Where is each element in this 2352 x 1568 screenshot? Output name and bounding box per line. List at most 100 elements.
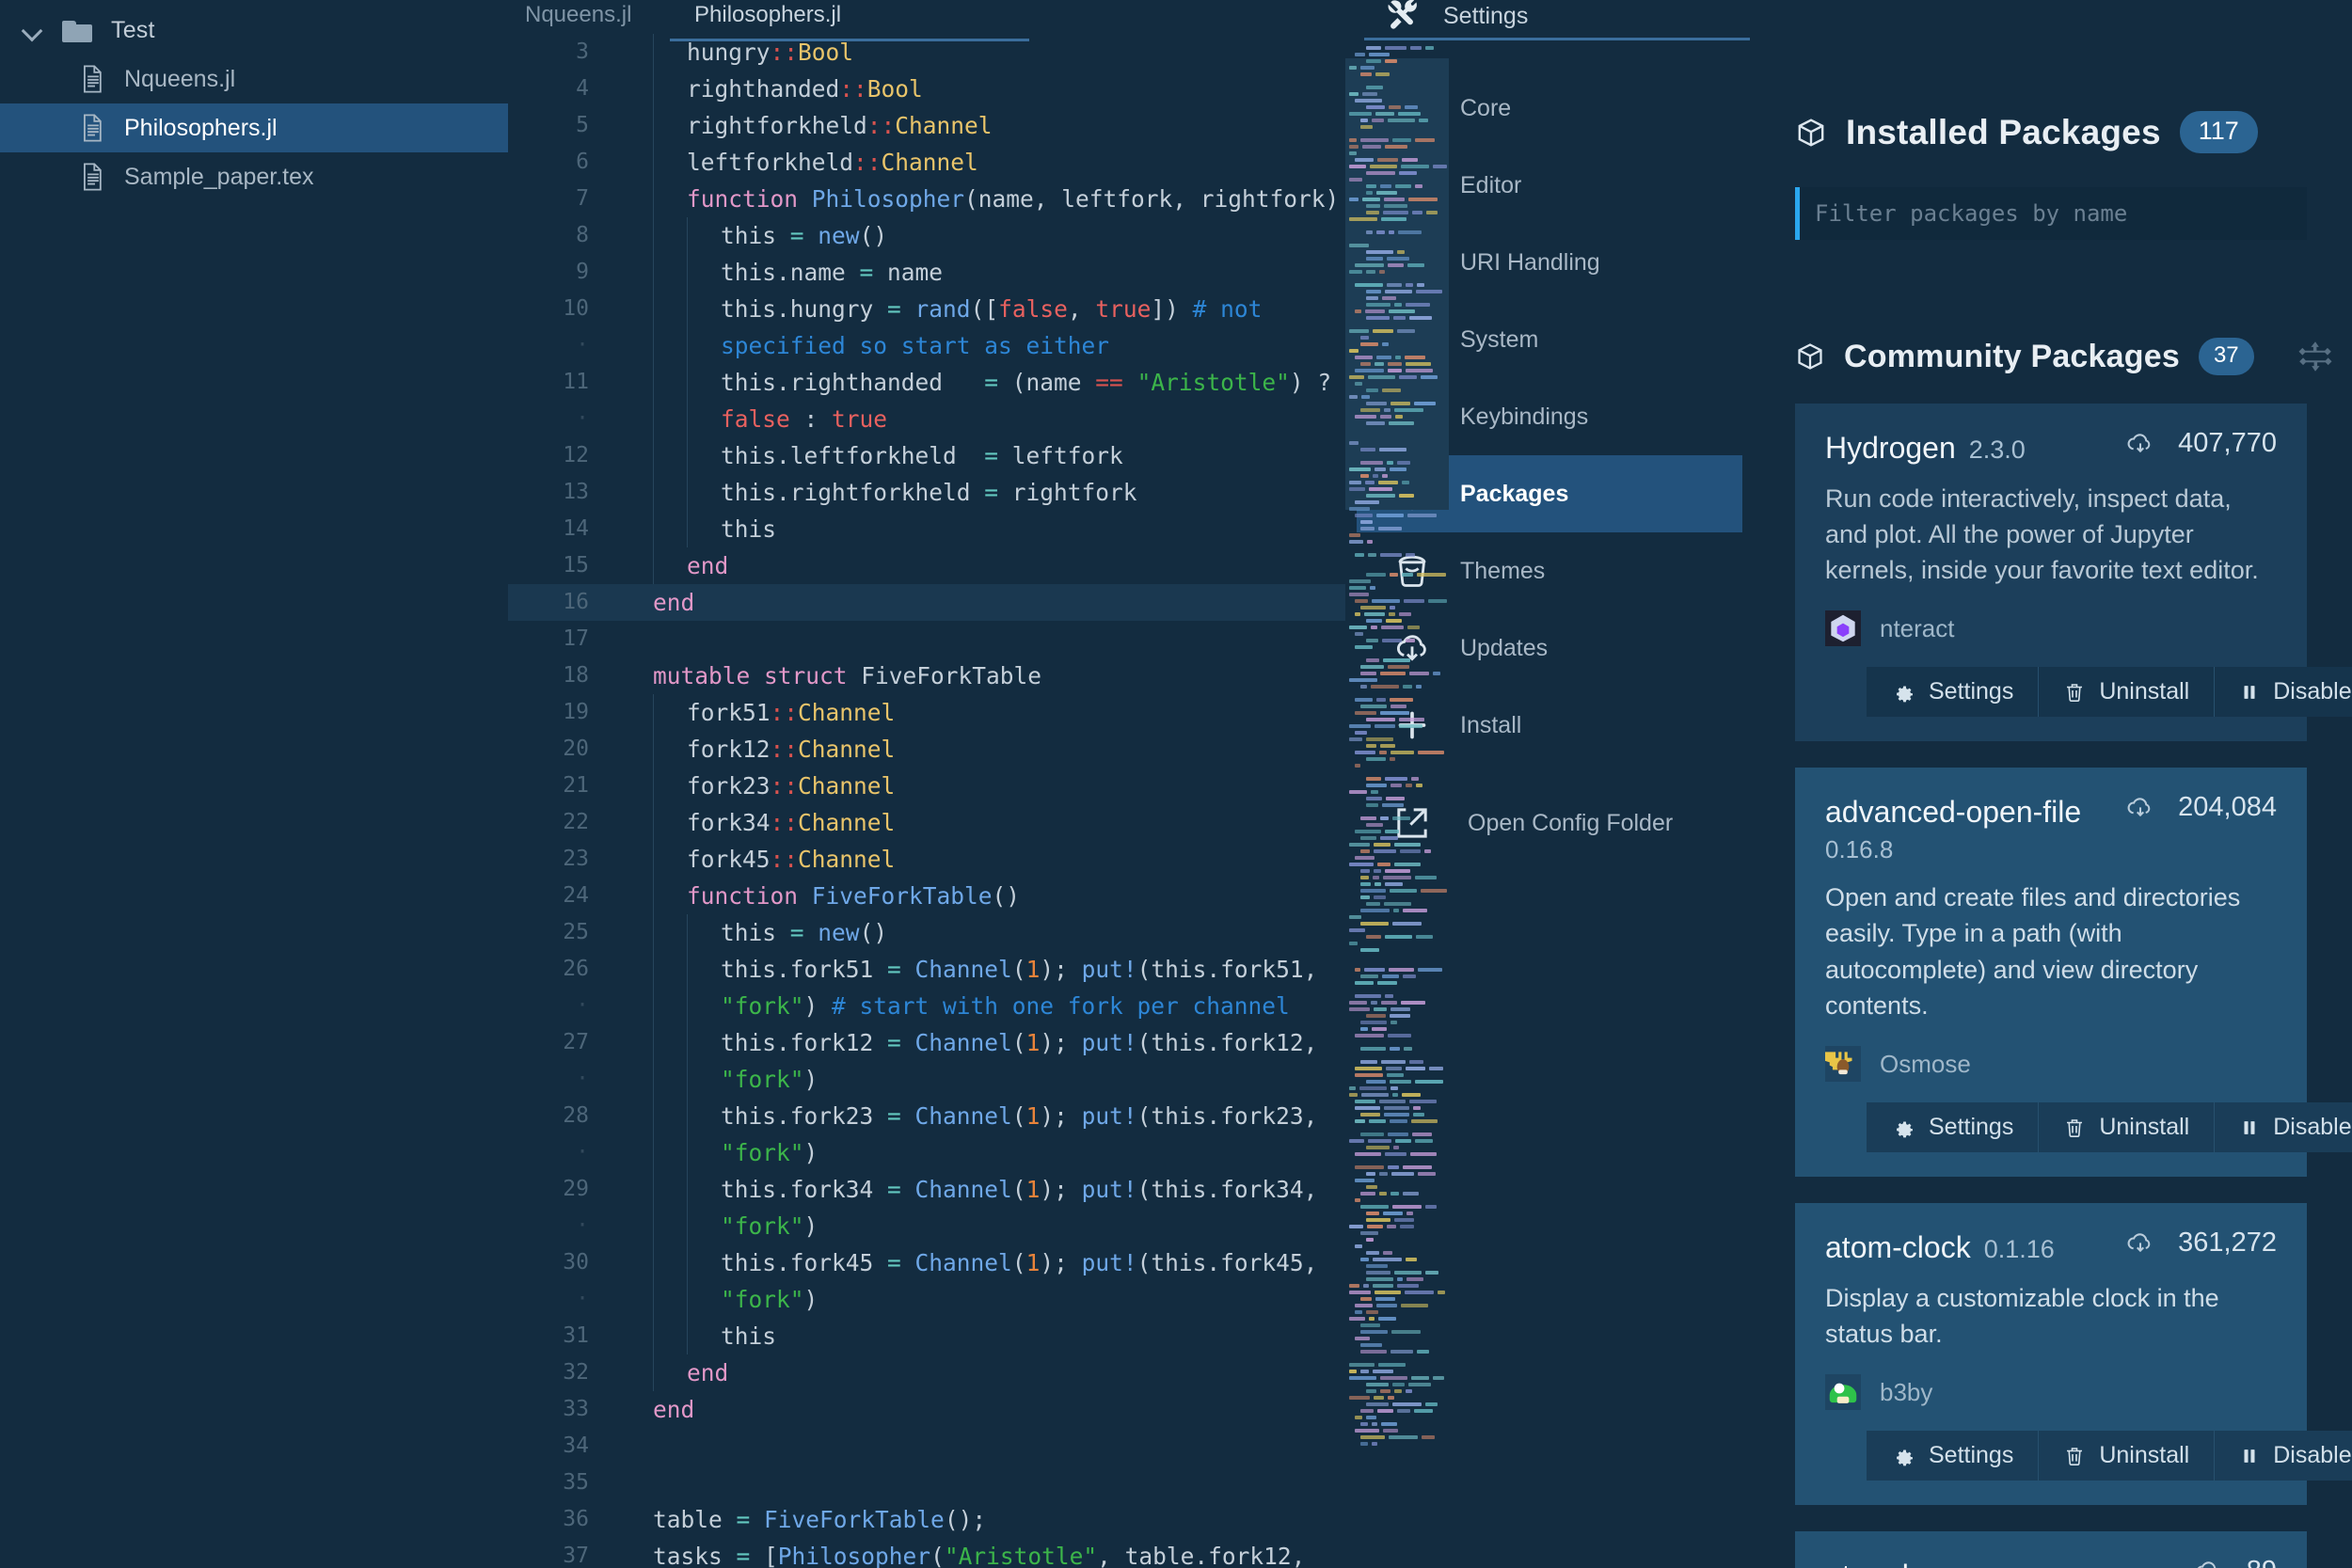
tree-item-philosophers-jl[interactable]: Philosophers.jl bbox=[0, 103, 508, 152]
code-line[interactable]: 32 end bbox=[508, 1354, 1345, 1391]
code-line[interactable]: 25 this = new() bbox=[508, 914, 1345, 951]
minimap-line bbox=[1407, 514, 1437, 517]
line-number: 18 bbox=[563, 663, 589, 688]
package-settings-button[interactable]: Settings bbox=[1867, 1102, 2040, 1153]
package-card[interactable]: atom-language-r 1.4.0 89 bbox=[1795, 1531, 2307, 1568]
code-line[interactable]: 13 this.rightforkheld = rightfork bbox=[508, 474, 1345, 511]
code-line[interactable]: 36 table = FiveForkTable(); bbox=[508, 1501, 1345, 1538]
package-name: advanced-open-file bbox=[1825, 794, 2082, 829]
code-line[interactable]: · "fork") bbox=[508, 1134, 1345, 1171]
tab-philosophers[interactable]: Philosophers.jl bbox=[669, 2, 1030, 41]
code-line[interactable]: 34 bbox=[508, 1428, 1345, 1465]
code-line[interactable]: 28 this.fork23 = Channel(1); put!(this.fo… bbox=[508, 1098, 1345, 1134]
line-number: · bbox=[576, 1140, 589, 1164]
code-line[interactable]: · specified so start as either bbox=[508, 327, 1345, 364]
minimap-line bbox=[1403, 974, 1416, 978]
minimap-line bbox=[1415, 876, 1437, 879]
code-line[interactable]: 26 this.fork51 = Channel(1); put!(this.fo… bbox=[508, 951, 1345, 988]
code-line[interactable]: 31 this bbox=[508, 1318, 1345, 1354]
minimap-line bbox=[1355, 830, 1381, 833]
code-line[interactable]: 33 end bbox=[508, 1391, 1345, 1428]
package-card[interactable]: atom-clock 0.1.16 361,272 Display a customi… bbox=[1795, 1203, 2352, 1506]
code-text: this.leftforkheld = leftfork bbox=[721, 442, 1123, 469]
tab-nqueens[interactable]: Nqueens.jl bbox=[525, 2, 631, 28]
code-line[interactable]: 24 function FiveForkTable() bbox=[508, 878, 1345, 914]
code-line[interactable]: 12 this.leftforkheld = leftfork bbox=[508, 437, 1345, 474]
minimap-line bbox=[1391, 1350, 1413, 1354]
code-line[interactable]: 6 leftforkheld::Channel bbox=[508, 144, 1345, 181]
package-disable-button[interactable]: Disable bbox=[2215, 667, 2352, 718]
minimap-line bbox=[1349, 1370, 1357, 1373]
code-line[interactable]: · "fork") bbox=[508, 1061, 1345, 1098]
editor-minimap[interactable] bbox=[1345, 32, 1449, 1568]
line-number: 10 bbox=[563, 296, 589, 321]
package-settings-button[interactable]: Settings bbox=[1867, 667, 2040, 718]
code-line[interactable]: 16 end bbox=[508, 584, 1345, 621]
package-uninstall-button[interactable]: Uninstall bbox=[2039, 1431, 2216, 1481]
minimap-line bbox=[1349, 942, 1358, 945]
line-number: 8 bbox=[576, 223, 589, 247]
code-line[interactable]: 4 righthanded::Bool bbox=[508, 71, 1345, 107]
resize-handle-icon[interactable] bbox=[2296, 337, 2335, 376]
minimap-line bbox=[1361, 395, 1370, 399]
code-line[interactable]: · "fork") # start with one fork per chann… bbox=[508, 988, 1345, 1024]
package-uninstall-button[interactable]: Uninstall bbox=[2039, 667, 2216, 718]
minimap-line bbox=[1397, 250, 1405, 254]
code-line[interactable]: 35 bbox=[508, 1465, 1345, 1501]
code-line[interactable]: 11 this.righthanded = (name == "Aristotle… bbox=[508, 364, 1345, 401]
filter-packages-input[interactable] bbox=[1795, 187, 2307, 240]
package-card[interactable]: Hydrogen 2.3.0 407,770 Run code interactive… bbox=[1795, 404, 2352, 742]
minimap-line bbox=[1414, 1409, 1433, 1413]
code-line[interactable]: 30 this.fork45 = Channel(1); put!(this.fo… bbox=[508, 1244, 1345, 1281]
settings-tab[interactable]: Settings bbox=[1345, 0, 1750, 40]
code-line[interactable]: 7 function Philosopher(name, leftfork, ri… bbox=[508, 181, 1345, 217]
code-line[interactable]: · "fork") bbox=[508, 1281, 1345, 1318]
minimap-line bbox=[1349, 790, 1367, 794]
minimap-line bbox=[1349, 1001, 1367, 1005]
code-line[interactable]: 15 end bbox=[508, 547, 1345, 584]
tree-item-nqueens-jl[interactable]: Nqueens.jl bbox=[0, 55, 508, 103]
minimap-line bbox=[1349, 165, 1366, 168]
code-line[interactable]: 14 this bbox=[508, 511, 1345, 547]
tools-icon bbox=[1383, 0, 1422, 36]
code-line[interactable]: 27 this.fork12 = Channel(1); put!(this.fo… bbox=[508, 1024, 1345, 1061]
minimap-line bbox=[1408, 1383, 1431, 1386]
tree-root-folder[interactable]: Test bbox=[0, 6, 508, 55]
minimap-line bbox=[1349, 487, 1365, 491]
code-line[interactable]: 5 rightforkheld::Channel bbox=[508, 107, 1345, 144]
tree-item-sample-paper-tex[interactable]: Sample_paper.tex bbox=[0, 152, 508, 201]
line-number: 29 bbox=[563, 1177, 589, 1201]
minimap-line bbox=[1388, 1396, 1394, 1400]
package-disable-button[interactable]: Disable bbox=[2215, 1102, 2352, 1153]
minimap-line bbox=[1349, 533, 1360, 537]
code-line[interactable]: 37 tasks = [Philosopher("Aristotle", tabl… bbox=[508, 1538, 1345, 1568]
chevron-down-icon[interactable] bbox=[21, 18, 45, 42]
code-editor[interactable]: 3 hungry::Bool 4 righthanded::Bool 5 rightfor… bbox=[508, 34, 1345, 1568]
code-line[interactable]: 8 this = new() bbox=[508, 217, 1345, 254]
minimap-line bbox=[1349, 1139, 1364, 1143]
package-uninstall-button[interactable]: Uninstall bbox=[2039, 1102, 2216, 1153]
minimap-line bbox=[1380, 672, 1406, 675]
code-line[interactable]: 9 this.name = name bbox=[508, 254, 1345, 291]
code-line[interactable]: 21 fork23::Channel bbox=[508, 768, 1345, 804]
minimap-line bbox=[1349, 92, 1359, 96]
code-line[interactable]: · "fork") bbox=[508, 1208, 1345, 1244]
code-line[interactable]: 18 mutable struct FiveForkTable bbox=[508, 657, 1345, 694]
package-settings-button[interactable]: Settings bbox=[1867, 1431, 2040, 1481]
minimap-line bbox=[1403, 909, 1427, 912]
code-line[interactable]: 23 fork45::Channel bbox=[508, 841, 1345, 878]
code-line[interactable]: 17 bbox=[508, 621, 1345, 657]
package-disable-button[interactable]: Disable bbox=[2215, 1431, 2352, 1481]
code-line[interactable]: 10 this.hungry = rand([false, true]) # no… bbox=[508, 291, 1345, 327]
package-card[interactable]: advanced-open-file 204,084 0.16.8 Open and … bbox=[1795, 768, 2352, 1178]
code-line[interactable]: 20 fork12::Channel bbox=[508, 731, 1345, 768]
code-line[interactable]: 19 fork51::Channel bbox=[508, 694, 1345, 731]
line-number: 12 bbox=[563, 443, 589, 467]
code-line[interactable]: · false : true bbox=[508, 401, 1345, 437]
code-line[interactable]: 22 fork34::Channel bbox=[508, 804, 1345, 841]
code-line[interactable]: 3 hungry::Bool bbox=[508, 34, 1345, 71]
code-line[interactable]: 29 this.fork34 = Channel(1); put!(this.fo… bbox=[508, 1171, 1345, 1208]
minimap-line bbox=[1416, 685, 1422, 689]
minimap-line bbox=[1349, 217, 1377, 221]
minimap-line bbox=[1349, 395, 1358, 399]
